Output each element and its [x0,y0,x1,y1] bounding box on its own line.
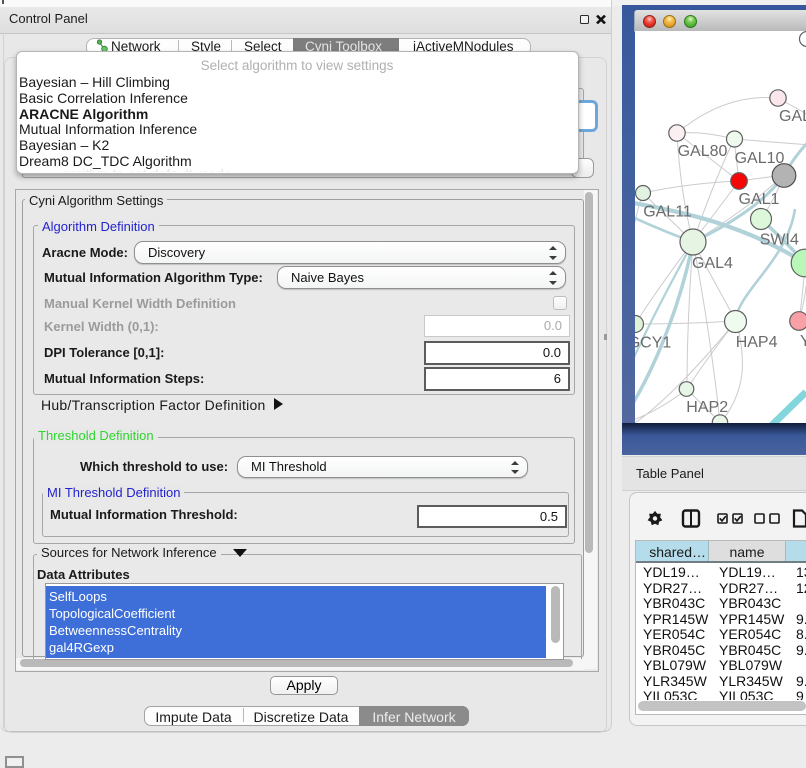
svg-text:HAP2: HAP2 [686,399,728,416]
svg-text:GAL: GAL [779,108,806,125]
svg-text:GAL11: GAL11 [643,204,692,221]
svg-text:GAL10: GAL10 [735,150,785,167]
svg-text:GCY1: GCY1 [635,335,671,352]
svg-text:HAP4: HAP4 [736,334,778,351]
svg-text:GAL80: GAL80 [678,143,728,160]
svg-text:GAL1: GAL1 [739,191,780,208]
svg-text:SWI4: SWI4 [760,232,799,249]
svg-text:GAL4: GAL4 [692,255,733,272]
svg-text:Y: Y [800,333,806,350]
